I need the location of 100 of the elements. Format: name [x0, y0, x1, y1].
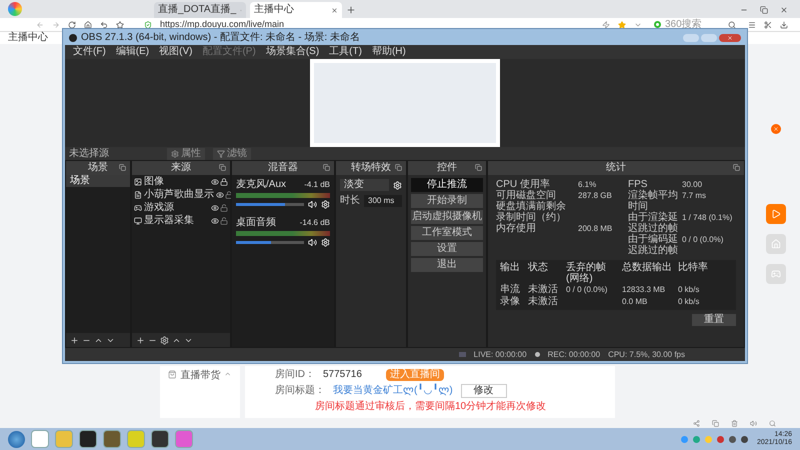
browser-tab[interactable]: 主播中心	[250, 2, 342, 18]
search-icon[interactable]	[728, 20, 736, 28]
eye-icon[interactable]	[216, 190, 224, 199]
notice-text: 房间标题通过审核后，需要间隔10分钟才能再次修改	[314, 401, 548, 413]
stat-label: CPU 使用率	[496, 179, 550, 190]
tab-title: 直播_DOTA直播_	[158, 4, 236, 16]
unlock-icon[interactable]	[225, 190, 233, 199]
shield-icon	[144, 20, 152, 28]
monitor-icon	[134, 216, 142, 225]
lightning-icon[interactable]	[602, 20, 610, 28]
lock-icon[interactable]	[220, 178, 228, 186]
stat-label: FPS	[628, 179, 648, 190]
channel-name: 麦克风/Aux	[236, 179, 286, 192]
table-cell-text: 0 / 0 (0.0%)	[566, 284, 608, 296]
rec-time: REC: 00:00:00	[548, 350, 600, 360]
close-badge-icon[interactable]	[771, 124, 781, 134]
share-icon[interactable]	[693, 420, 700, 426]
close-icon[interactable]	[780, 6, 788, 14]
control-button[interactable]: 开始录制	[411, 194, 483, 208]
source-item[interactable]: 显示器采集	[144, 214, 194, 227]
float-icon[interactable]	[119, 164, 126, 172]
source-item[interactable]: 游戏源	[144, 202, 174, 214]
bag-icon	[168, 370, 176, 379]
copy-icon[interactable]	[712, 420, 719, 426]
scene-item[interactable]: 场景	[66, 175, 130, 188]
file-icon	[134, 190, 142, 199]
transition-select[interactable]: 淡变	[340, 179, 389, 192]
dock-title: 统计	[606, 162, 626, 174]
float-icon[interactable]	[395, 164, 402, 172]
speaker-icon[interactable]	[308, 200, 317, 210]
control-button[interactable]: 停止推流	[411, 178, 483, 192]
eye-icon[interactable]	[211, 178, 219, 186]
stat-value: 287.8 GB	[578, 190, 612, 202]
menu-item[interactable]: 文件(F)	[73, 46, 106, 58]
menu-item[interactable]: 场景集合(S)	[266, 46, 320, 58]
start-button[interactable]	[8, 430, 25, 448]
unlock-icon[interactable]	[220, 216, 228, 225]
source-item[interactable]: 小葫芦歌曲显示	[144, 188, 214, 201]
bookmark-link[interactable]: 主播中心	[8, 32, 48, 44]
menu-icon[interactable]	[748, 20, 756, 28]
eye-icon[interactable]	[211, 204, 219, 212]
control-button[interactable]: 工作室模式	[411, 226, 483, 240]
channel-reading: -14.6 dB	[300, 218, 330, 228]
close-button[interactable]	[719, 34, 741, 42]
menu-item[interactable]: 工具(T)	[329, 46, 362, 58]
channel-reading: -4.1 dB	[304, 180, 330, 190]
menu-item[interactable]: 帮助(H)	[372, 46, 406, 58]
dock-title: 混音器	[268, 162, 298, 174]
unlock-icon[interactable]	[220, 204, 228, 212]
window-title: OBS 27.1.3 (64-bit, windows) - 配置文件: 未命名 - 场景: 未命名	[81, 32, 360, 44]
float-icon[interactable]	[733, 164, 740, 172]
volume-slider[interactable]	[236, 203, 304, 206]
menu-item[interactable]: 编辑(E)	[116, 46, 150, 58]
dock-title: 转场特效	[351, 162, 391, 174]
menu-item[interactable]: 视图(V)	[159, 46, 192, 58]
refresh-icon[interactable]	[68, 20, 76, 28]
live-time: LIVE: 00:00:00	[474, 350, 527, 360]
control-button[interactable]: 启动虚拟摄像机	[411, 210, 483, 224]
trash-icon[interactable]	[731, 420, 738, 426]
eye-icon[interactable]	[211, 216, 219, 225]
settings-icon[interactable]	[160, 336, 169, 345]
star-icon[interactable]	[116, 20, 124, 28]
table-cell-text: 0 kb/s	[678, 284, 700, 296]
browser-tab[interactable]: 直播_DOTA直播_	[154, 2, 246, 18]
app-icon[interactable]	[79, 430, 97, 448]
cpu-fps: CPU: 7.5%, 30.00 fps	[608, 350, 685, 360]
dock-title: 来源	[171, 162, 191, 174]
sidebar-item[interactable]: 直播带货	[180, 370, 220, 381]
reset-button[interactable]: 重置	[692, 314, 736, 326]
float-icon[interactable]	[219, 164, 226, 172]
home-icon[interactable]	[84, 20, 92, 28]
stat-value: 30.00	[682, 179, 702, 190]
duration-field[interactable]: 300 ms	[364, 195, 402, 208]
app-icon[interactable]	[151, 430, 169, 448]
tab-title: 主播中心	[254, 4, 294, 16]
properties-button[interactable]: 属性	[167, 148, 205, 160]
add-icon[interactable]	[70, 336, 79, 345]
new-tab-icon[interactable]	[346, 5, 356, 15]
float-icon[interactable]	[475, 164, 482, 172]
image-icon	[134, 178, 142, 186]
undo-icon[interactable]	[100, 20, 108, 28]
source-item[interactable]: 图像	[144, 176, 164, 188]
url-text[interactable]: https://mp.douyu.com/live/main	[160, 19, 284, 30]
filters-button[interactable]: 滤镜	[213, 148, 251, 160]
add-icon[interactable]	[136, 336, 145, 345]
volume-slider[interactable]	[236, 241, 304, 244]
table-cell-text: 0 kb/s	[678, 296, 700, 308]
edit-button[interactable]: 修改	[460, 384, 507, 398]
scissors-icon[interactable]	[764, 20, 772, 28]
control-button[interactable]: 退出	[411, 258, 483, 272]
star-icon[interactable]	[618, 20, 626, 28]
room-title: 我要当黄金矿工ლ(╹◡╹ლ)	[333, 385, 453, 397]
close-icon[interactable]	[331, 6, 338, 14]
download-icon[interactable]	[780, 20, 788, 28]
stat-value: 6.1%	[578, 179, 596, 190]
restore-icon[interactable]	[760, 6, 768, 14]
control-button[interactable]: 设置	[411, 242, 483, 256]
float-icon[interactable]	[323, 164, 330, 172]
speaker-icon[interactable]	[308, 238, 317, 248]
play-icon[interactable]	[766, 204, 786, 224]
